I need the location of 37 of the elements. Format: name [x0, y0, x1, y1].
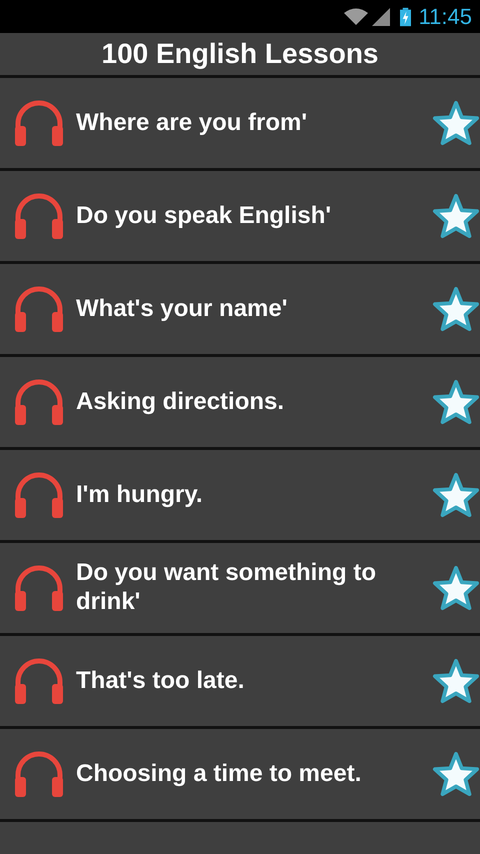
headphones-icon — [12, 98, 66, 148]
wifi-icon — [344, 8, 368, 26]
lesson-title: That's too late. — [75, 666, 246, 696]
star-icon[interactable] — [432, 286, 480, 332]
clock-time: 11:45 — [418, 4, 472, 30]
lesson-title: Choosing a time to meet. — [75, 760, 362, 788]
lesson-title: I'm hungry. — [75, 480, 204, 510]
star-icon[interactable] — [432, 658, 480, 704]
lesson-item[interactable]: Where are you from' — [0, 78, 480, 171]
battery-icon — [400, 6, 411, 26]
lesson-item[interactable]: Do you speak English' — [0, 171, 480, 264]
headphones-icon — [12, 749, 66, 799]
lesson-title: What's your name' — [75, 294, 288, 324]
headphones-icon — [12, 284, 66, 334]
lesson-title: Where are you from' — [75, 108, 308, 138]
star-icon[interactable] — [432, 193, 480, 239]
lesson-item[interactable]: What's your name' — [0, 264, 480, 357]
lesson-title: Do you speak English' — [75, 202, 332, 230]
lesson-item[interactable]: Do you want something to drink' — [0, 543, 480, 636]
star-icon[interactable] — [432, 472, 480, 518]
star-icon[interactable] — [432, 565, 480, 611]
headphones-icon — [12, 563, 66, 613]
headphones-icon — [12, 377, 66, 427]
signal-icon — [372, 8, 390, 26]
lesson-title: Asking directions. — [75, 388, 286, 416]
lesson-item[interactable]: That's too late. — [0, 636, 480, 729]
lesson-item[interactable]: Asking directions. — [0, 357, 480, 450]
lesson-item[interactable]: Choosing a time to meet. — [0, 729, 480, 822]
app-title: 100 English Lessons — [102, 38, 378, 70]
lesson-title: Do you want something to drink' — [75, 559, 377, 617]
lesson-item[interactable]: I'm hungry. — [0, 450, 480, 543]
headphones-icon — [12, 656, 66, 706]
star-icon[interactable] — [432, 751, 480, 797]
headphones-icon — [12, 191, 66, 241]
star-icon[interactable] — [432, 100, 480, 146]
headphones-icon — [12, 470, 66, 520]
star-icon[interactable] — [432, 379, 480, 425]
